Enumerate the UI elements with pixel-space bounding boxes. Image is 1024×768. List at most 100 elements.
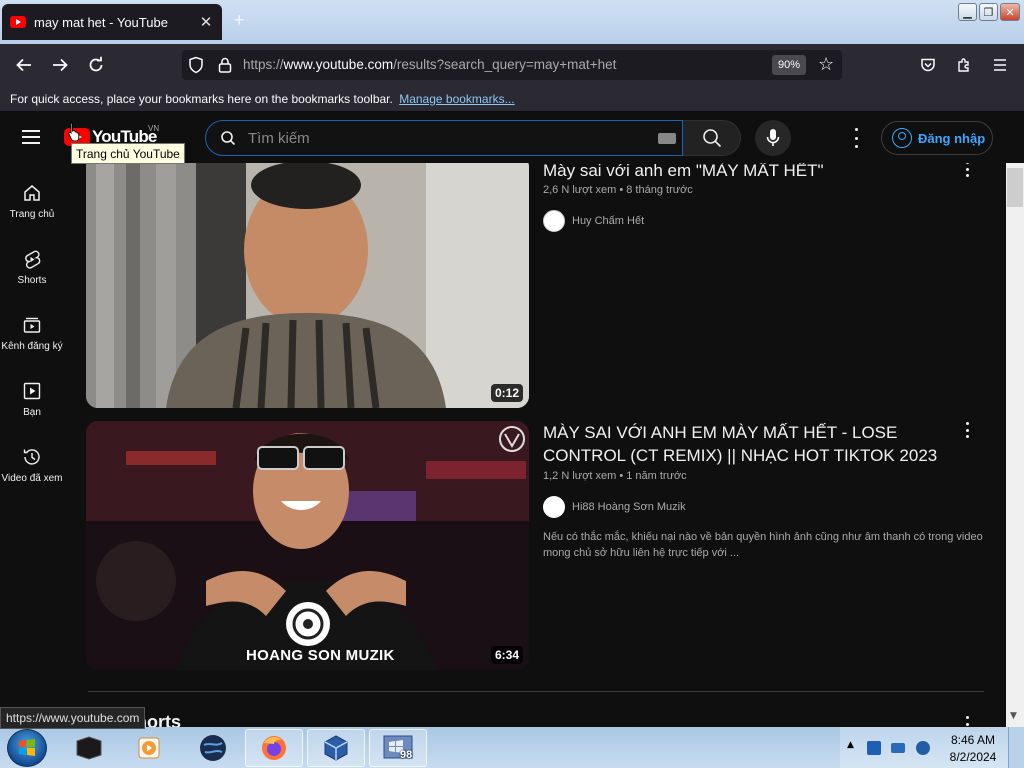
video-menu-button[interactable]: [962, 163, 972, 177]
taskbar-app-terminal[interactable]: [60, 729, 118, 767]
channel-name: Hi88 Hoàng Sơn Muzik: [572, 501, 686, 513]
forward-button[interactable]: [47, 52, 73, 78]
video-thumbnail[interactable]: 0:12: [86, 163, 529, 408]
guide-menu-button[interactable]: [22, 130, 40, 144]
app-menu-button[interactable]: [987, 52, 1013, 78]
upload-age: 1 năm trước: [626, 470, 687, 482]
search-box: [205, 120, 683, 156]
reload-button[interactable]: [83, 52, 109, 78]
shorts-menu-button[interactable]: [962, 716, 972, 727]
sidebar-item-label: Shorts: [17, 275, 47, 286]
volume-icon[interactable]: [916, 741, 930, 755]
search-input[interactable]: [248, 127, 638, 149]
vm-badge: 98: [400, 749, 413, 761]
video-duration: 0:12: [490, 384, 523, 402]
channel-name: Huy Chấm Hết: [572, 215, 645, 227]
sidebar-item-subscriptions[interactable]: Kênh đăng ký: [0, 315, 64, 352]
minimize-button[interactable]: ▁: [958, 3, 977, 21]
back-button[interactable]: [11, 52, 37, 78]
channel-avatar: [543, 496, 565, 518]
search-icon: [702, 129, 721, 148]
guide-sidebar: Trang chủ Shorts Kênh đăng ký Bạn Video …: [0, 163, 64, 727]
settings-more-button[interactable]: [848, 128, 864, 148]
sidebar-item-shorts[interactable]: Shorts: [0, 249, 64, 286]
taskbar-app-windows98[interactable]: 98: [369, 729, 427, 767]
system-clock[interactable]: 8:46 AM 8/2/2024: [948, 732, 998, 766]
video-title[interactable]: MÀY SAI VỚI ANH EM MÀY MẤT HẾT - LOSE CO…: [543, 421, 963, 467]
tray-expand-icon[interactable]: ▲: [847, 740, 854, 750]
tray-app-icon[interactable]: [867, 741, 881, 755]
sidebar-item-you[interactable]: Bạn: [0, 381, 64, 418]
view-count: 2,6 N lượt xem: [543, 184, 617, 196]
url-path: /results?search_query=may+mat+het: [393, 57, 617, 72]
tracking-shield-icon[interactable]: [188, 56, 204, 74]
sign-in-button[interactable]: Đăng nhập: [881, 121, 993, 155]
sidebar-item-label: Bạn: [23, 407, 41, 418]
you-icon: [23, 382, 41, 400]
keyboard-icon[interactable]: [658, 133, 676, 144]
bookmark-star-icon[interactable]: ☆: [818, 54, 834, 75]
video-thumbnail[interactable]: HOANG SON MUZIK 6:34: [86, 421, 529, 670]
back-arrow-icon: [16, 58, 31, 72]
window-controls: ▁ ❐ ✕: [958, 3, 1020, 21]
youtube-favicon-icon: [10, 16, 26, 28]
search-results: 0:12 Mày sai với anh em "MÀY MẤT HẾT" 2,…: [64, 163, 1006, 727]
video-meta: 1,2 N lượt xem • 1 năm trước: [543, 470, 687, 482]
subscriptions-icon: [23, 317, 41, 333]
address-bar[interactable]: https://www.youtube.com/results?search_q…: [182, 50, 842, 80]
video-title[interactable]: Mày sai với anh em "MÀY MẤT HẾT": [543, 163, 943, 182]
shorts-icon: [25, 250, 41, 269]
tab-close-icon[interactable]: ✕: [198, 13, 214, 31]
url-text[interactable]: https://www.youtube.com/results?search_q…: [243, 57, 616, 72]
video-meta: 2,6 N lượt xem • 8 tháng trước: [543, 184, 693, 196]
thumbnail-overlay-text: HOANG SON MUZIK: [246, 647, 395, 664]
start-button[interactable]: [7, 729, 47, 767]
network-icon[interactable]: [891, 743, 905, 753]
windows-logo-icon: [19, 739, 35, 756]
reload-icon: [89, 56, 103, 72]
show-desktop-button[interactable]: [1008, 727, 1024, 768]
taskbar-app-globe[interactable]: [184, 729, 242, 767]
browser-tab[interactable]: may mat het - YouTube ✕: [2, 4, 222, 40]
video-duration: 6:34: [490, 646, 523, 664]
new-tab-button[interactable]: +: [234, 10, 245, 31]
taskbar-app-media-player[interactable]: [120, 729, 178, 767]
scrollbar-thumb[interactable]: [1007, 168, 1023, 207]
video-description: Nếu có thắc mắc, khiếu nại nào về bản qu…: [543, 531, 983, 559]
sign-in-label: Đăng nhập: [918, 130, 986, 146]
channel-link[interactable]: Huy Chấm Hết: [543, 210, 644, 232]
pocket-button[interactable]: [915, 52, 941, 78]
pocket-icon: [921, 58, 935, 72]
url-scheme: https://: [243, 57, 284, 72]
video-menu-button[interactable]: [962, 422, 972, 438]
restore-button[interactable]: ❐: [979, 3, 998, 21]
link-status-bar: https://www.youtube.com: [0, 707, 146, 729]
zoom-level-badge[interactable]: 90%: [772, 55, 806, 75]
view-count: 1,2 N lượt xem: [543, 470, 617, 482]
taskbar-app-virtualbox[interactable]: [307, 729, 365, 767]
voice-search-button[interactable]: [755, 120, 791, 156]
section-divider: [88, 691, 984, 692]
clock-date: 8/2/2024: [949, 750, 997, 764]
lock-icon[interactable]: [218, 56, 232, 74]
extensions-button[interactable]: [951, 52, 977, 78]
screen: may mat het - YouTube ✕ + ▁ ❐ ✕ https://…: [0, 0, 1024, 768]
sidebar-item-home[interactable]: Trang chủ: [0, 183, 64, 220]
virtualbox-icon: [324, 735, 348, 761]
hamburger-menu-icon: [994, 59, 1006, 71]
manage-bookmarks-link[interactable]: Manage bookmarks...: [399, 92, 514, 106]
sidebar-item-history[interactable]: Video đã xem: [0, 447, 64, 484]
logo-tooltip: Trang chủ YouTube: [71, 143, 185, 164]
channel-link[interactable]: Hi88 Hoàng Sơn Muzik: [543, 496, 686, 518]
page-scrollbar[interactable]: ▼: [1006, 163, 1024, 727]
search-button[interactable]: [683, 120, 741, 156]
hand-cursor-icon: [68, 122, 80, 141]
thumbnail-image: [86, 163, 529, 408]
taskbar-app-firefox[interactable]: [245, 729, 303, 767]
scroll-down-arrow-icon[interactable]: ▼: [1010, 711, 1017, 721]
puzzle-extension-icon: [958, 58, 969, 72]
sidebar-item-label: Video đã xem: [1, 473, 63, 484]
window-close-button[interactable]: ✕: [1000, 3, 1020, 21]
url-host: www.youtube.com: [283, 57, 394, 72]
microphone-icon: [766, 129, 780, 146]
